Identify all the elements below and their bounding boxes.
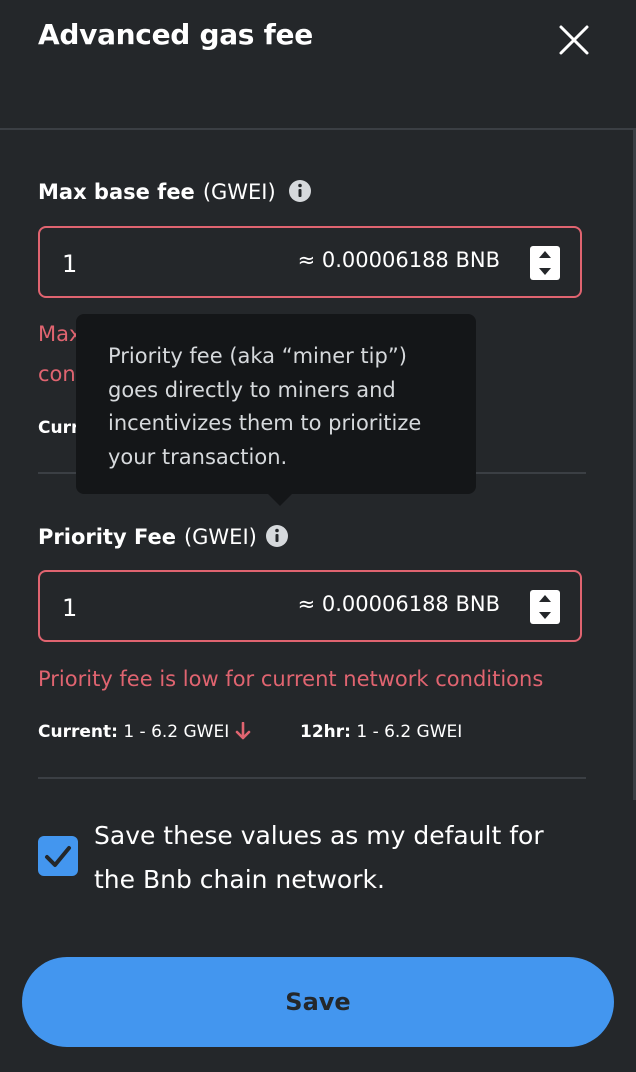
modal-title: Advanced gas fee xyxy=(38,18,313,51)
max-base-fee-unit: (GWEI) xyxy=(202,180,276,204)
12hr-label: 12hr: xyxy=(300,722,351,742)
priority-fee-current: Current: 1 - 6.2 GWEI xyxy=(38,721,251,745)
max-base-fee-conversion: ≈ 0.00006188 BNB xyxy=(297,248,500,272)
chevron-down-icon[interactable] xyxy=(530,263,560,280)
max-base-fee-current-label: Curr xyxy=(38,418,79,438)
max-base-fee-input[interactable] xyxy=(60,246,214,282)
max-base-fee-field: ≈ 0.00006188 BNB xyxy=(38,226,582,298)
priority-fee-12hr: 12hr: 1 - 6.2 GWEI xyxy=(300,722,462,742)
max-base-fee-current-text: Curr xyxy=(38,418,80,438)
arrow-down-icon xyxy=(235,721,251,745)
tooltip-line: incentivizes them to prioritize xyxy=(108,411,422,435)
save-default-label-line1: Save these values as my default for xyxy=(94,821,544,850)
save-default-label-line2: the Bnb chain network. xyxy=(94,865,385,894)
current-value: 1 - 6.2 GWEI xyxy=(123,722,230,742)
max-base-fee-label: Max base fee (GWEI) xyxy=(38,180,276,204)
max-base-fee-label-text: Max base fee xyxy=(38,180,195,204)
close-icon[interactable] xyxy=(556,22,592,58)
priority-fee-error: Priority fee is low for current network … xyxy=(38,667,544,691)
priority-fee-stepper[interactable] xyxy=(530,590,560,624)
chevron-up-icon[interactable] xyxy=(530,246,560,263)
check-icon xyxy=(45,846,71,867)
save-button[interactable]: Save xyxy=(22,957,614,1047)
divider xyxy=(38,777,586,779)
tooltip-line: goes directly to miners and xyxy=(108,377,396,402)
save-default-label[interactable]: Save these values as my default for the … xyxy=(94,814,594,902)
info-icon[interactable] xyxy=(265,524,289,548)
priority-fee-label-text: Priority Fee xyxy=(38,525,176,549)
save-default-checkbox[interactable] xyxy=(38,836,78,876)
modal-header: Advanced gas fee xyxy=(0,0,636,130)
priority-fee-field: ≈ 0.00006188 BNB xyxy=(38,570,582,642)
max-base-fee-error-line2: con xyxy=(38,362,76,386)
priority-fee-unit: (GWEI) xyxy=(183,525,257,549)
priority-fee-tooltip: Priority fee (aka “miner tip”) goes dire… xyxy=(76,314,476,506)
priority-fee-input[interactable] xyxy=(60,590,214,626)
tooltip-line: Priority fee (aka “miner tip”) xyxy=(108,344,407,368)
chevron-down-icon[interactable] xyxy=(530,607,560,624)
max-base-fee-stepper[interactable] xyxy=(530,246,560,280)
12hr-value: 1 - 6.2 GWEI xyxy=(356,722,463,742)
current-label: Current: xyxy=(38,722,118,742)
tooltip-arrow xyxy=(268,494,292,506)
chevron-up-icon[interactable] xyxy=(530,590,560,607)
priority-fee-conversion: ≈ 0.00006188 BNB xyxy=(297,592,500,616)
tooltip-line: your transaction. xyxy=(108,444,288,469)
priority-fee-label: Priority Fee (GWEI) xyxy=(38,525,257,549)
max-base-fee-error-line1: Max xyxy=(38,322,82,346)
info-icon[interactable] xyxy=(288,179,312,203)
